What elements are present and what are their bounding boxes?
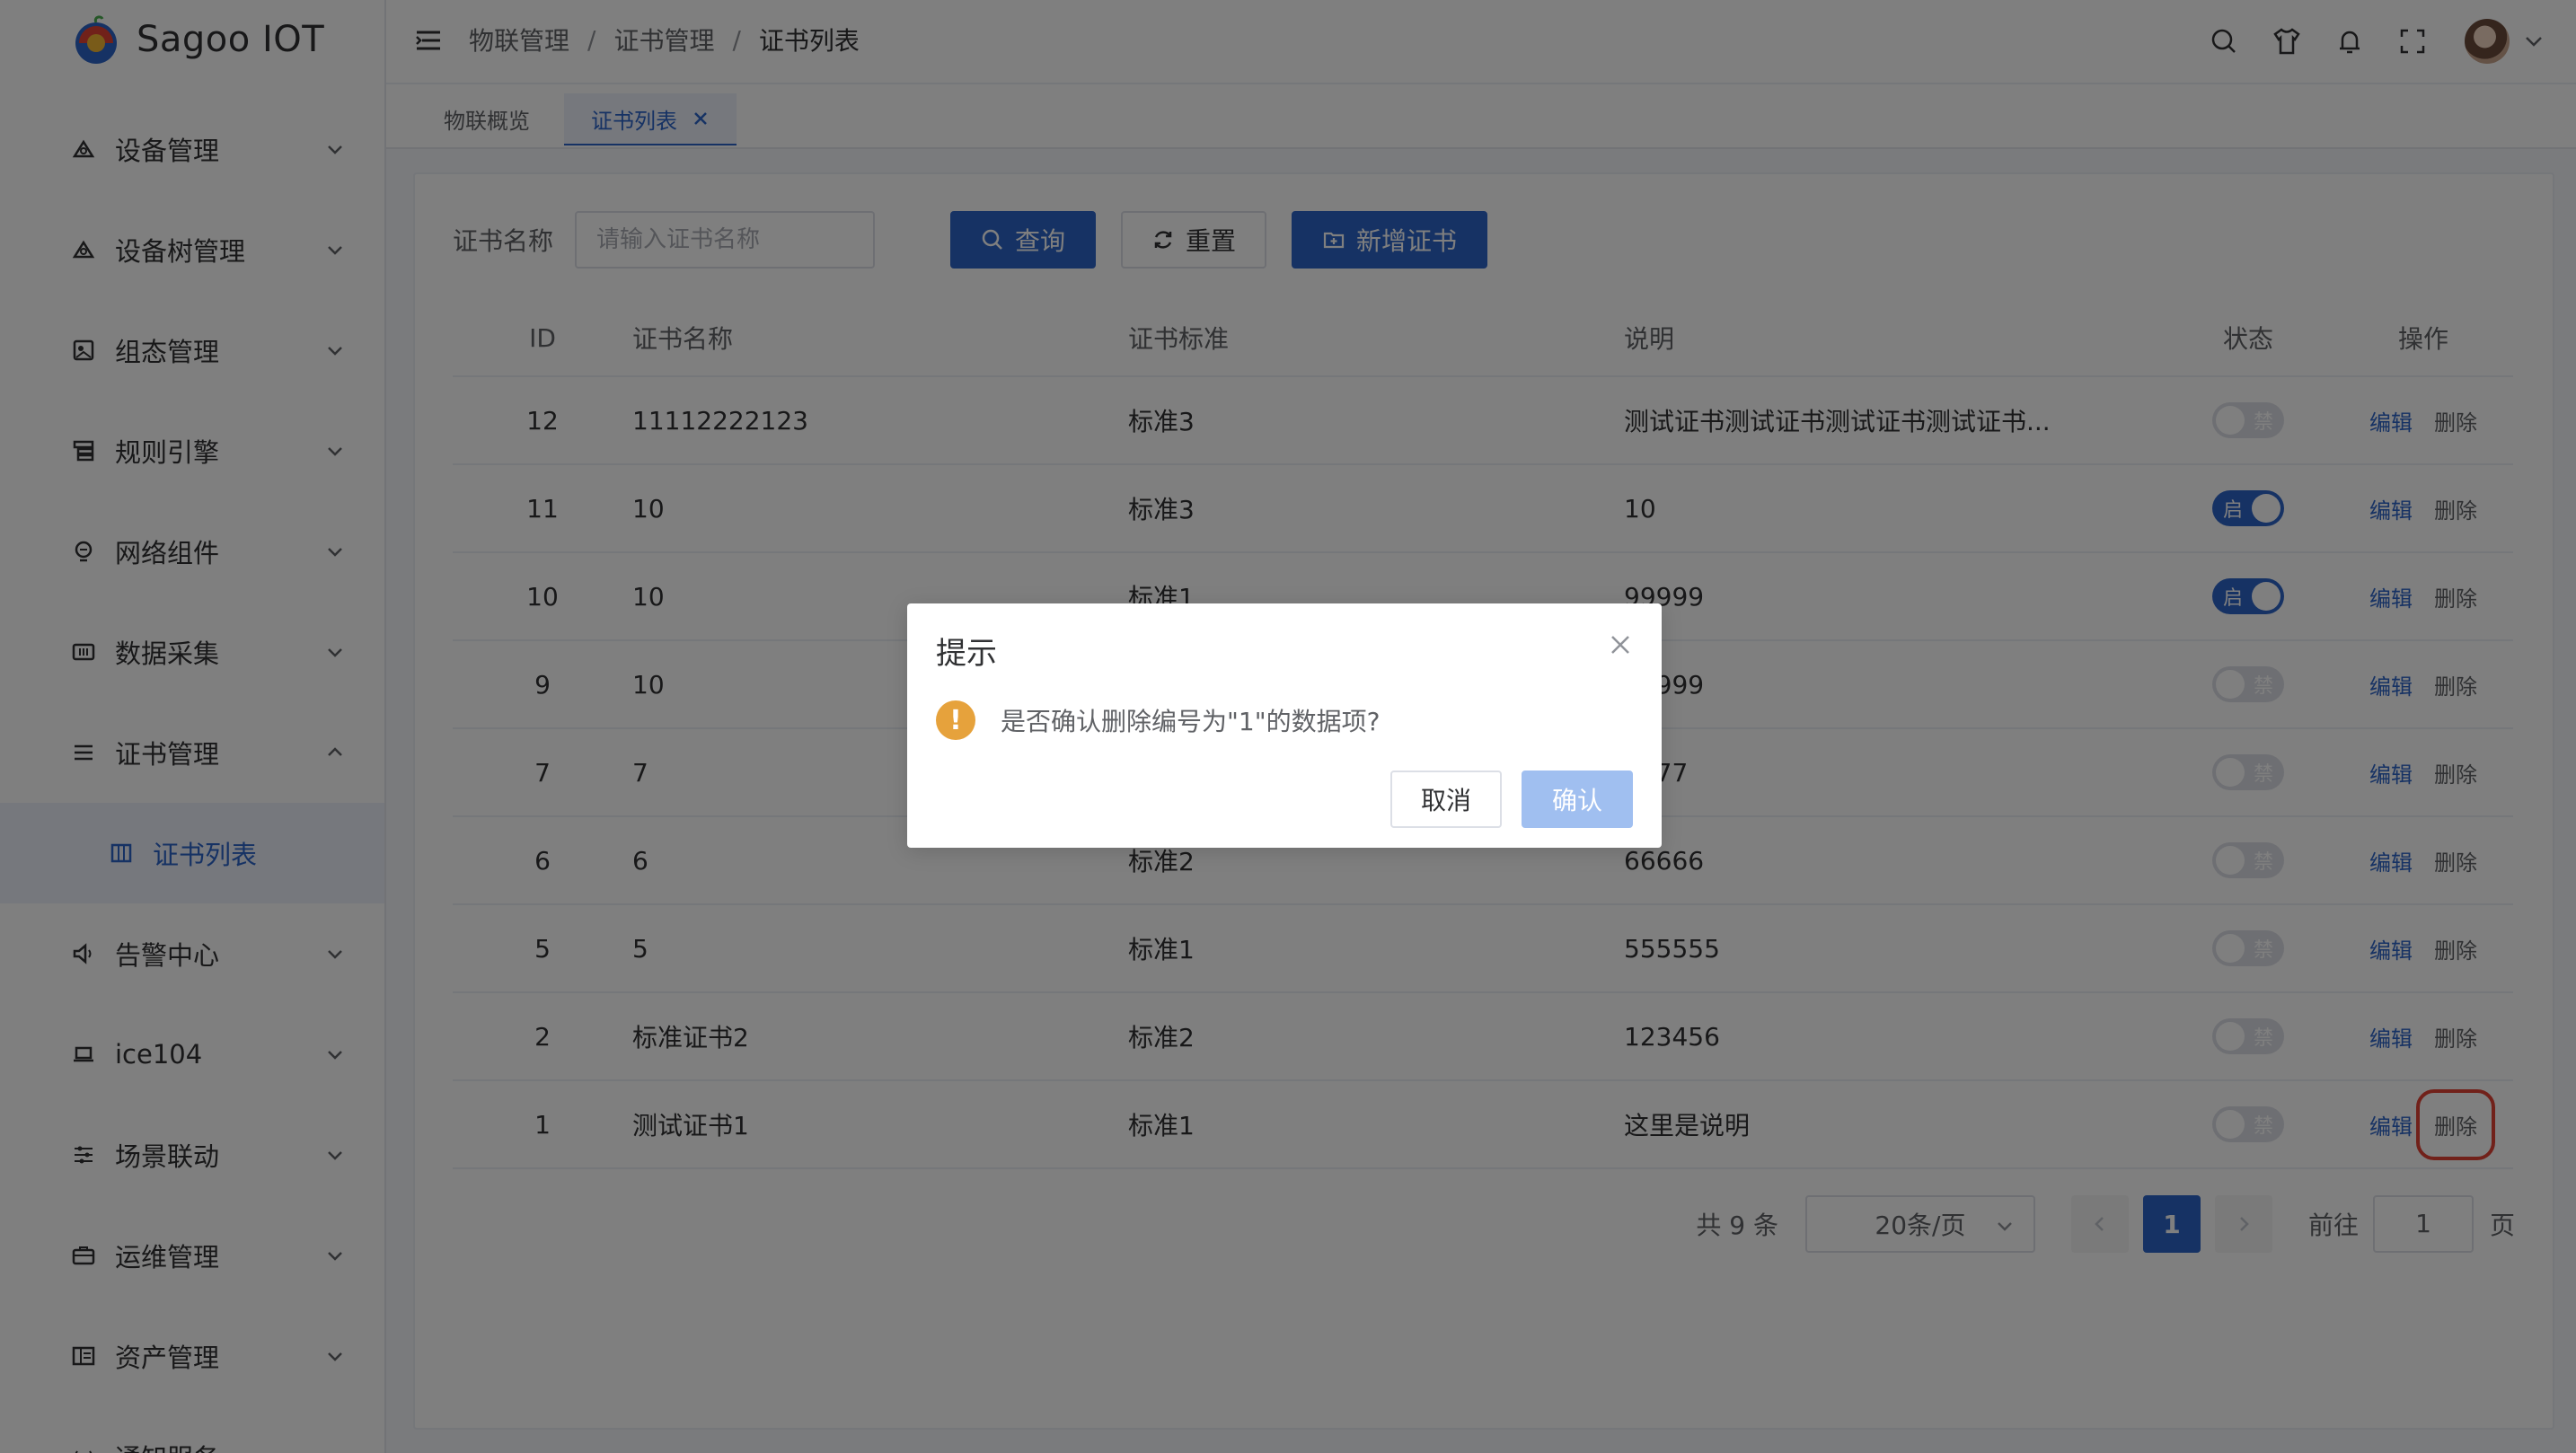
warning-icon: !: [936, 700, 975, 740]
dialog-body: ! 是否确认删除编号为"1"的数据项?: [936, 700, 1380, 740]
dialog-title: 提示: [936, 636, 997, 672]
dialog-message: 是否确认删除编号为"1"的数据项?: [1001, 707, 1381, 736]
confirm-dialog: 提示 ! 是否确认删除编号为"1"的数据项? 取消 确认: [907, 603, 1662, 848]
close-icon[interactable]: [1608, 632, 1633, 657]
confirm-button[interactable]: 确认: [1521, 771, 1633, 828]
cancel-button[interactable]: 取消: [1389, 771, 1502, 828]
dialog-footer: 取消 确认: [1371, 771, 1633, 828]
